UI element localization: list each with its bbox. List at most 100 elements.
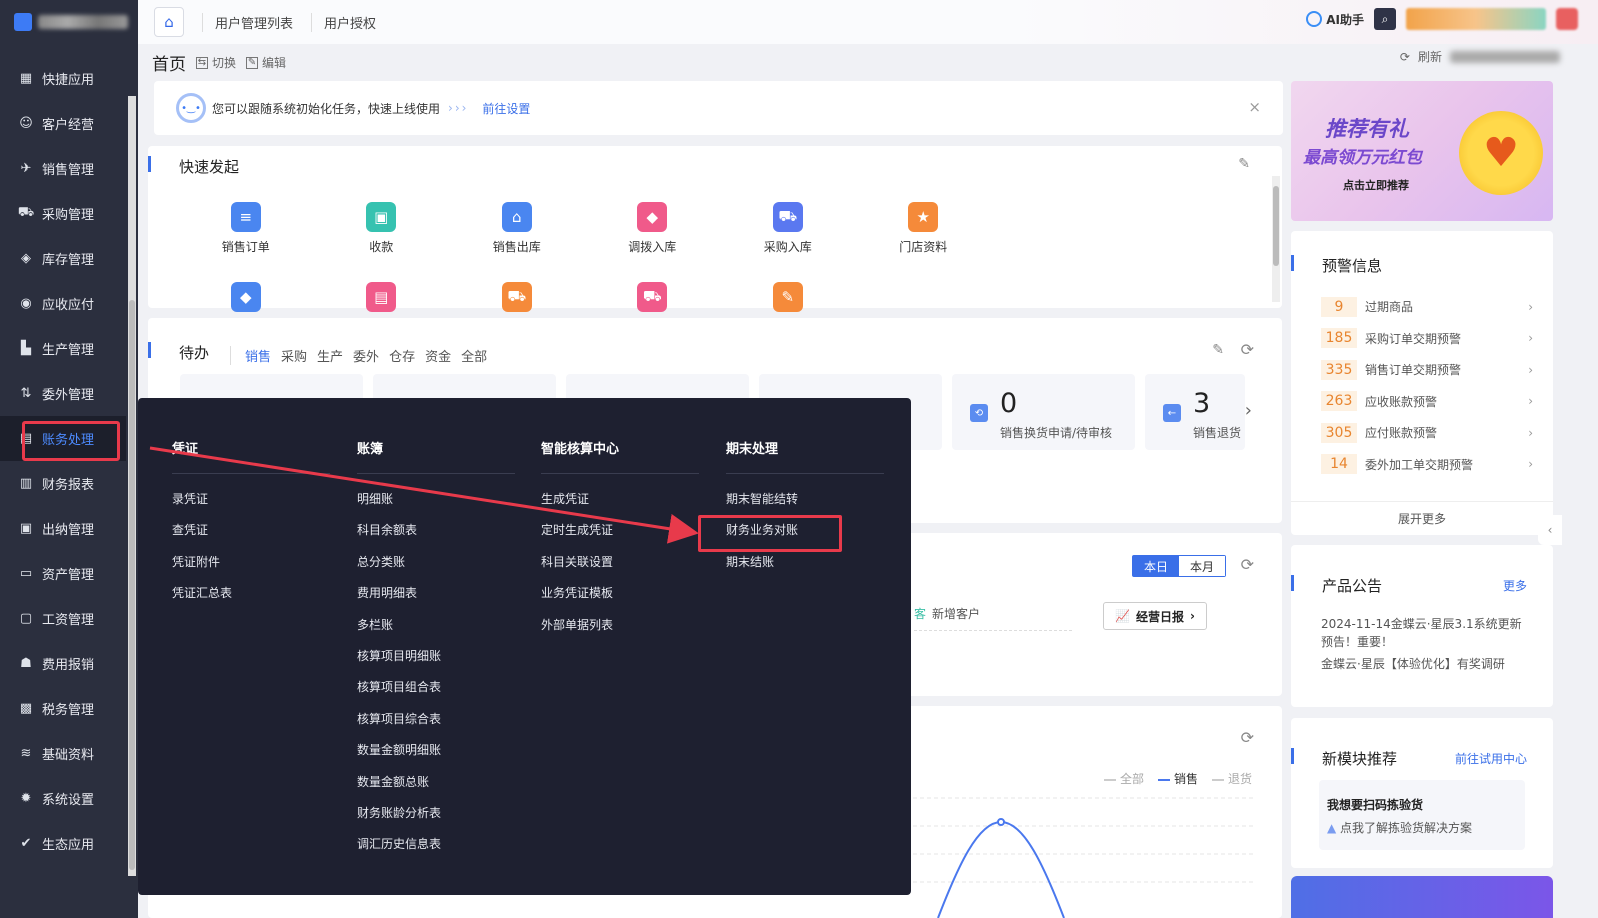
warning-row[interactable]: 305 应付账款预警 › [1321, 417, 1533, 449]
submenu-item[interactable]: 核算项目组合表 [357, 678, 521, 709]
sidebar-item[interactable]: ◈ 库存管理 [0, 236, 126, 281]
sidebar-item[interactable]: ▢ 工资管理 [0, 596, 126, 641]
quick-launch-item[interactable]: ▣ 收款 [314, 202, 450, 282]
todo-stat[interactable]: ⟲ 0 销售换货申请/待审核 [952, 374, 1135, 450]
refresh-icon[interactable]: ⟳ [1400, 50, 1410, 64]
edit-icon: ✎ [246, 56, 259, 69]
submenu-item[interactable]: 期末结账 [726, 553, 890, 584]
submenu-item[interactable]: 财务业务对账 [726, 521, 890, 552]
todo-tab[interactable]: 生产 [317, 346, 343, 365]
announcement-more-link[interactable]: 更多 [1503, 577, 1527, 594]
sidebar-item[interactable]: ▩ 税务管理 [0, 686, 126, 731]
announcement-item[interactable]: 2024-11-14金蝶云·星辰3.1系统更新预告！重要！ [1321, 615, 1531, 651]
switch-button[interactable]: ⇆ 切换 [196, 54, 236, 71]
submenu-item[interactable]: 业务凭证模板 [541, 584, 705, 615]
warning-row[interactable]: 263 应收账款预警 › [1321, 386, 1533, 418]
expand-more-button[interactable]: 展开更多 [1291, 501, 1553, 535]
sidebar-item[interactable]: ▭ 资产管理 [0, 551, 126, 596]
todo-tab[interactable]: 全部 [461, 346, 487, 365]
avatar[interactable] [1556, 8, 1578, 30]
search-icon[interactable]: ⌕ [1374, 8, 1396, 30]
submenu-item[interactable]: 调汇历史信息表 [357, 835, 521, 866]
sidebar-item[interactable]: ✈ 销售管理 [0, 146, 126, 191]
submenu-item[interactable]: 总分类账 [357, 553, 521, 584]
quick-scrollbar-thumb[interactable] [1273, 186, 1279, 266]
submenu-item[interactable]: 核算项目明细账 [357, 647, 521, 678]
todo-tab[interactable]: 资金 [425, 346, 451, 365]
new-customer-metric[interactable]: 客 新增客户 [914, 605, 1072, 631]
module-recommend-item[interactable]: 我想要扫码拣验货 ▲ 点我了解拣验货解决方案 [1319, 780, 1525, 850]
submenu-item[interactable]: 数量金额明细账 [357, 741, 521, 772]
go-settings-link[interactable]: 前往设置 [482, 100, 530, 117]
sidebar-scrollbar-thumb[interactable] [129, 300, 135, 870]
home-icon[interactable]: ⌂ [154, 7, 184, 37]
submenu-item[interactable]: 财务账龄分析表 [357, 804, 521, 835]
sidebar-item[interactable]: ✹ 系统设置 [0, 776, 126, 821]
submenu-item[interactable]: 数量金额总账 [357, 773, 521, 804]
todo-tab[interactable]: 仓存 [389, 346, 415, 365]
submenu-item[interactable]: 录凭证 [172, 490, 336, 521]
collapse-panel-icon[interactable]: ‹ [1538, 515, 1562, 545]
ai-assistant-button[interactable]: AI助手 [1306, 11, 1364, 28]
refresh-icon[interactable]: ⟳ [1241, 555, 1254, 574]
period-today[interactable]: 本日 [1133, 556, 1179, 576]
tab-user-list[interactable]: 用户管理列表 [202, 12, 293, 32]
trial-center-link[interactable]: 前往试用中心 [1455, 750, 1527, 767]
sidebar-item[interactable]: ☺ 客户经营 [0, 101, 126, 146]
submenu-item[interactable]: 查凭证 [172, 521, 336, 552]
quick-launch-item[interactable]: ⛟ 采购入库 [720, 202, 856, 282]
submenu-item[interactable]: 凭证附件 [172, 553, 336, 584]
submenu-item[interactable]: 费用明细表 [357, 584, 521, 615]
warning-row[interactable]: 9 过期商品 › [1321, 291, 1533, 323]
quick-launch-item[interactable]: ≡ 销售订单 [178, 202, 314, 282]
sidebar-item[interactable]: ☗ 费用报销 [0, 641, 126, 686]
sidebar-item[interactable]: ≋ 基础资料 [0, 731, 126, 776]
submenu-item[interactable]: 外部单据列表 [541, 616, 705, 647]
todo-tab[interactable]: 采购 [281, 346, 307, 365]
period-month[interactable]: 本月 [1179, 556, 1225, 576]
warning-row[interactable]: 14 委外加工单交期预警 › [1321, 449, 1533, 481]
tab-user-auth[interactable]: 用户授权 [311, 12, 376, 32]
warning-row[interactable]: 185 采购订单交期预警 › [1321, 323, 1533, 355]
submenu-item[interactable]: 科目关联设置 [541, 553, 705, 584]
submenu-item[interactable]: 生成凭证 [541, 490, 705, 521]
submenu-item[interactable]: 明细账 [357, 490, 521, 521]
section-marker [1291, 255, 1294, 271]
daily-report-button[interactable]: 📈 经营日报 › [1103, 602, 1207, 630]
quick-launch-item[interactable]: ⌂ 销售出库 [449, 202, 585, 282]
quick-launch-item[interactable]: ◆ 调拨入库 [585, 202, 721, 282]
gear-icon: ✹ [20, 791, 32, 806]
product-video-card[interactable] [1291, 876, 1553, 918]
quick-launch-label: 调拨入库 [628, 240, 677, 254]
announcement-item[interactable]: 金蝶云·星辰【体验优化】有奖调研 [1321, 655, 1531, 673]
sidebar-item[interactable]: ⇅ 委外管理 [0, 371, 126, 416]
submenu-item[interactable]: 定时生成凭证 [541, 521, 705, 552]
sidebar-item[interactable]: ▦ 快捷应用 [0, 56, 126, 101]
todo-tab[interactable]: 委外 [353, 346, 379, 365]
service-button-blurred[interactable] [1406, 8, 1546, 30]
todo-stat[interactable]: ← 3 销售退货 [1145, 374, 1245, 450]
app-logo[interactable] [0, 0, 138, 44]
referral-promo-banner[interactable]: 推荐有礼 最高领万元红包 点击立即推荐 ♥ [1291, 81, 1553, 221]
warning-row[interactable]: 335 销售订单交期预警 › [1321, 354, 1533, 386]
refresh-label[interactable]: 刷新 [1418, 48, 1442, 65]
submenu-item[interactable]: 科目余额表 [357, 521, 521, 552]
refresh-icon[interactable]: ⟳ [1241, 340, 1254, 359]
submenu-item[interactable]: 多栏账 [357, 616, 521, 647]
edit-icon[interactable]: ✎ [1238, 156, 1250, 172]
sidebar-item[interactable]: ▥ 财务报表 [0, 461, 126, 506]
edit-button[interactable]: ✎ 编辑 [246, 54, 286, 71]
quick-launch-item[interactable]: ★ 门店资料 [856, 202, 992, 282]
sidebar-item[interactable]: ✔ 生态应用 [0, 821, 126, 866]
sidebar-item[interactable]: ◉ 应收应付 [0, 281, 126, 326]
sidebar-item[interactable]: ▙ 生产管理 [0, 326, 126, 371]
todo-tab[interactable]: 销售 [245, 346, 271, 365]
edit-icon[interactable]: ✎ [1212, 342, 1224, 358]
submenu-item[interactable]: 核算项目综合表 [357, 710, 521, 741]
chevron-right-icon[interactable]: › [1245, 400, 1252, 421]
close-icon[interactable]: × [1248, 98, 1261, 116]
sidebar-item[interactable]: ▣ 出纳管理 [0, 506, 126, 551]
submenu-item[interactable]: 凭证汇总表 [172, 584, 336, 615]
sidebar-item[interactable]: ⛟ 采购管理 [0, 191, 126, 236]
submenu-item[interactable]: 期末智能结转 [726, 490, 890, 521]
